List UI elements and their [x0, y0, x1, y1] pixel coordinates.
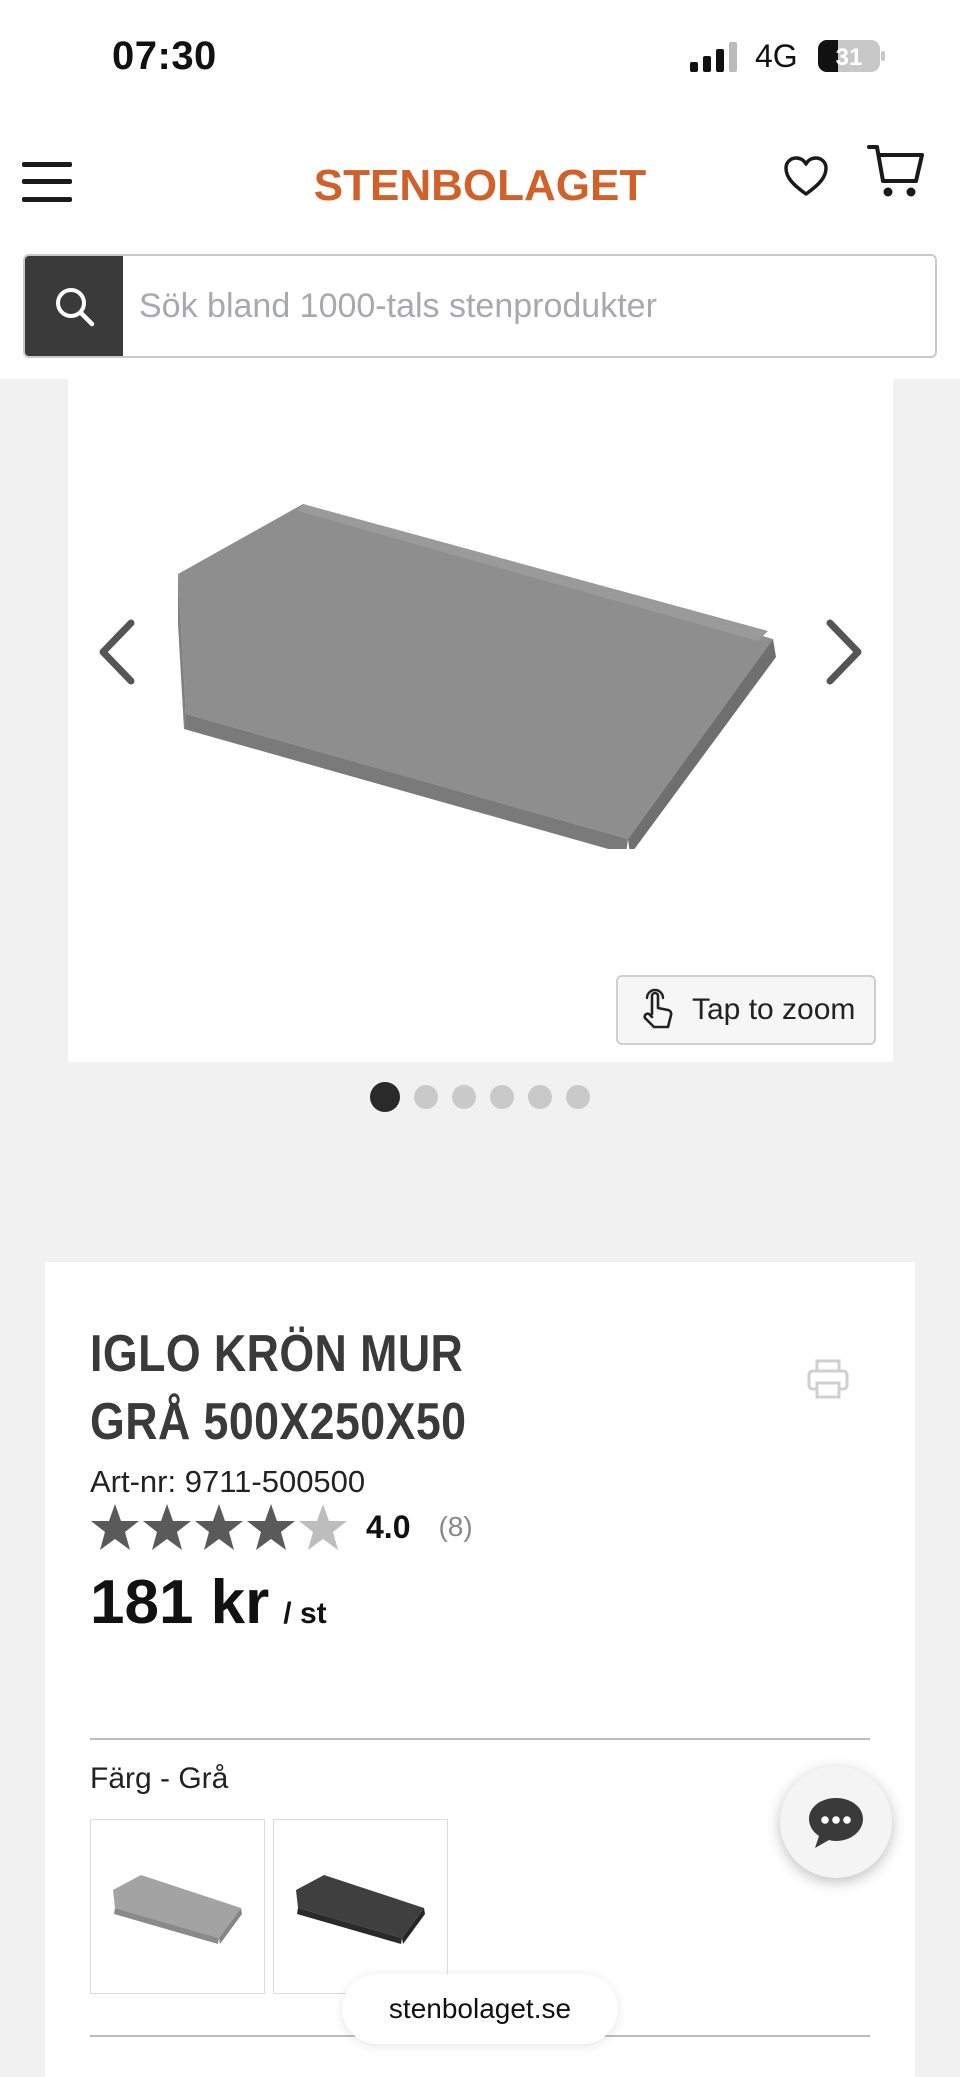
star-filled-icon — [143, 1504, 191, 1550]
color-swatch-gray[interactable] — [90, 1819, 265, 1994]
color-swatch-black[interactable] — [273, 1819, 448, 1994]
print-icon[interactable] — [805, 1357, 851, 1403]
brand-name: STENBOLAGET — [314, 161, 647, 210]
gallery-dot[interactable] — [490, 1085, 514, 1109]
product-title: IGLO KRÖN MUR GRÅ 500X250X50 — [90, 1325, 467, 1451]
swatch-image-gray — [113, 1875, 242, 1944]
chevron-left-icon[interactable] — [93, 617, 143, 687]
product-rating[interactable]: 4.0 (8) — [90, 1500, 473, 1554]
battery-icon: 31 — [818, 40, 885, 72]
tap-to-zoom-button[interactable]: Tap to zoom — [616, 975, 876, 1045]
network-label: 4G — [755, 38, 798, 74]
price-amount: 181 kr — [90, 1568, 270, 1637]
gallery-dot[interactable] — [414, 1085, 438, 1109]
gallery-dot[interactable] — [528, 1085, 552, 1109]
tap-hand-icon — [643, 988, 673, 1029]
article-number: Art-nr: 9711-500500 — [90, 1464, 366, 1499]
swatch-image-black — [296, 1875, 425, 1944]
zoom-label: Tap to zoom — [692, 993, 856, 1026]
star-filled-icon — [91, 1504, 139, 1550]
heart-icon[interactable] — [782, 153, 830, 201]
browser-url-pill[interactable]: stenbolaget.se — [342, 1974, 618, 2044]
cart-icon[interactable] — [866, 141, 926, 201]
search-bar — [0, 247, 960, 379]
stenbolaget-logo[interactable]: STENBOLAGET — [300, 155, 660, 215]
search-icon — [56, 288, 95, 327]
color-label: Färg - Grå — [90, 1762, 229, 1795]
product-info-card: IGLO KRÖN MUR GRÅ 500X250X50 Art-nr: 971… — [45, 1262, 915, 2077]
hamburger-menu-icon[interactable] — [22, 162, 72, 202]
status-bar: 07:30 4G 31 — [0, 0, 960, 115]
gallery-dot[interactable] — [370, 1082, 400, 1112]
chat-bubble-icon — [809, 1798, 863, 1848]
star-filled-icon — [195, 1504, 243, 1550]
gallery-pagination — [370, 1082, 600, 1112]
gallery-dot[interactable] — [566, 1085, 590, 1109]
rating-count: (8) — [438, 1511, 473, 1542]
gallery-dot[interactable] — [452, 1085, 476, 1109]
rating-stars — [90, 1503, 348, 1551]
status-time: 07:30 — [112, 34, 217, 78]
site-header: STENBOLAGET — [0, 115, 960, 247]
product-price: 181 kr / st — [90, 1567, 327, 1638]
chevron-right-icon[interactable] — [818, 617, 868, 687]
rating-value: 4.0 — [366, 1508, 411, 1545]
signal-icon — [690, 42, 737, 72]
chat-button[interactable] — [780, 1766, 892, 1878]
search-input[interactable] — [139, 256, 919, 356]
star-filled-icon — [247, 1504, 295, 1550]
price-unit: / st — [283, 1597, 327, 1630]
search-box — [23, 254, 937, 358]
search-button[interactable] — [25, 256, 123, 356]
divider — [90, 1738, 870, 1740]
star-empty-icon — [299, 1504, 347, 1550]
product-image — [178, 504, 776, 849]
product-gallery[interactable]: Tap to zoom — [68, 379, 893, 1062]
battery-level: 31 — [836, 44, 863, 71]
